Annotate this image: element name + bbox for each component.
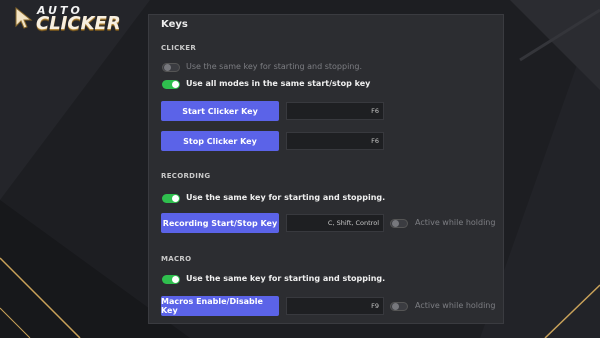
logo-text-clicker: CLICKER (36, 13, 121, 34)
section-clicker-heading: CLICKER (161, 44, 197, 52)
clicker-same-key-label: Use the same key for starting and stoppi… (186, 62, 362, 71)
recording-same-key-toggle[interactable] (162, 194, 180, 203)
clicker-all-modes-label: Use all modes in the same start/stop key (186, 79, 371, 88)
section-macro-heading: MACRO (161, 255, 192, 263)
macros-enable-disable-key-button[interactable]: Macros Enable/Disable Key (161, 296, 279, 316)
recording-key-field[interactable]: C, Shift, Control (286, 214, 384, 232)
macro-same-key-toggle[interactable] (162, 275, 180, 284)
macro-active-while-holding-label: Active while holding (415, 301, 496, 310)
app-logo: AUTO CLICKER (12, 4, 127, 34)
macro-active-while-holding-toggle[interactable] (390, 302, 408, 311)
start-clicker-key-field[interactable]: F6 (286, 102, 384, 120)
macro-key-field[interactable]: F9 (286, 297, 384, 315)
recording-active-while-holding-label: Active while holding (415, 218, 496, 227)
clicker-same-key-toggle[interactable] (162, 63, 180, 72)
panel-title: Keys (161, 19, 188, 30)
recording-start-stop-key-button[interactable]: Recording Start/Stop Key (161, 213, 279, 233)
recording-active-while-holding-toggle[interactable] (390, 219, 408, 228)
macro-same-key-label: Use the same key for starting and stoppi… (186, 274, 386, 283)
keys-panel: Keys CLICKER Use the same key for starti… (148, 14, 504, 324)
stop-clicker-key-field[interactable]: F6 (286, 132, 384, 150)
cursor-icon (15, 6, 33, 29)
clicker-all-modes-toggle[interactable] (162, 80, 180, 89)
recording-same-key-label: Use the same key for starting and stoppi… (186, 193, 386, 202)
section-recording-heading: RECORDING (161, 172, 211, 180)
start-clicker-key-button[interactable]: Start Clicker Key (161, 101, 279, 121)
stop-clicker-key-button[interactable]: Stop Clicker Key (161, 131, 279, 151)
